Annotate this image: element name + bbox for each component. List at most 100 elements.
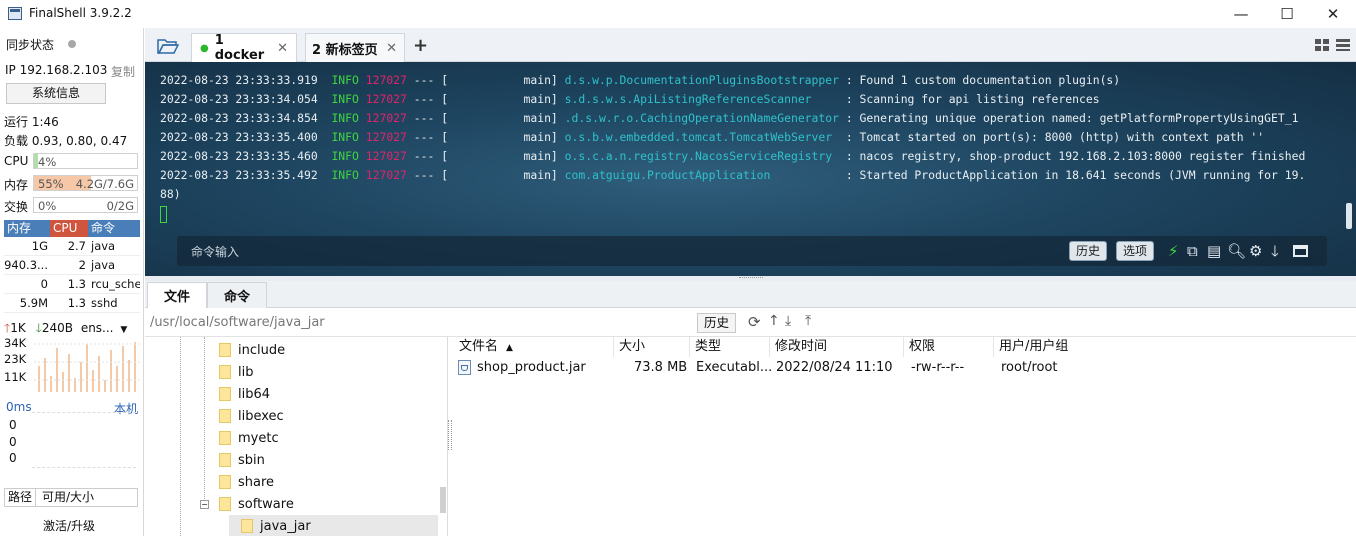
chevron-down-icon[interactable]: ▼ (120, 325, 127, 335)
pane-splitter-grip[interactable] (448, 420, 452, 450)
file-type: Executabl... (696, 360, 773, 375)
command-input[interactable]: 命令输入 (191, 243, 239, 260)
log-pid: 127027 (365, 111, 407, 125)
proc-header-mem[interactable]: 内存 (4, 220, 50, 237)
log-logger: o.s.c.a.n.registry.NacosServiceRegistry (564, 149, 839, 163)
proc-cpu: 2 (78, 258, 86, 272)
refresh-icon[interactable]: ⟳ (748, 313, 761, 331)
upload-icon[interactable]: ⤒ (805, 313, 811, 329)
log-pid: 127027 (365, 130, 407, 144)
tree-folder-java-jar[interactable]: java_jar (241, 515, 311, 536)
connected-dot-icon: ● (200, 42, 209, 54)
tree-folder-myetc[interactable]: myetc (219, 427, 279, 449)
network-interface-select[interactable]: ens... (81, 321, 114, 335)
tab-docker[interactable]: ● 1 docker ✕ (191, 33, 297, 63)
tab-files[interactable]: 文件 (147, 282, 207, 308)
system-info-button[interactable]: 系统信息 (6, 83, 106, 104)
terminal-scrollbar[interactable] (1346, 203, 1352, 229)
list-layout-icon[interactable] (1336, 39, 1351, 51)
log-separator: --- (413, 92, 435, 106)
proc-cmd: java (91, 258, 116, 272)
maximize-button[interactable]: ☐ (1264, 0, 1310, 28)
tree-folder-sbin[interactable]: sbin (219, 449, 265, 471)
path-input[interactable]: /usr/local/software/java_jar (150, 315, 325, 330)
process-row[interactable]: 1G 2.7 java (4, 237, 140, 256)
close-button[interactable]: ✕ (1310, 0, 1356, 28)
window-icon[interactable] (1293, 245, 1308, 257)
file-size: 73.8 MB (634, 360, 688, 375)
log-line-wrap: 88) (160, 187, 181, 201)
proc-header-cmd[interactable]: 命令 (88, 220, 140, 237)
tree-folder-lib64[interactable]: lib64 (219, 383, 270, 405)
history-button[interactable]: 历史 (1069, 241, 1108, 261)
open-folder-icon[interactable] (157, 38, 179, 54)
log-pid: 127027 (365, 92, 407, 106)
gear-icon[interactable]: ⚙ (1249, 242, 1262, 260)
minimize-button[interactable]: — (1218, 0, 1264, 28)
app-icon (8, 7, 22, 20)
cpu-meter: 4% (33, 153, 138, 169)
tree-folder-software[interactable]: software (219, 493, 294, 515)
swap-meter: 0% 0/2G (33, 197, 138, 213)
column-header-mtime[interactable]: 修改时间 (770, 337, 904, 357)
column-header-type[interactable]: 类型 (690, 337, 770, 357)
directory-tree: include lib lib64 libexec myetc sbin sha… (145, 337, 448, 536)
tree-guide (204, 337, 205, 505)
download-icon[interactable]: ⤓ (785, 313, 791, 329)
log-thread: [ main] (441, 92, 558, 106)
swap-label: 交换 (4, 200, 29, 214)
options-button[interactable]: 选项 (1116, 241, 1155, 261)
proc-cmd: rcu_sche (91, 277, 140, 291)
proc-mem: 0 (40, 277, 48, 291)
log-level: INFO (331, 168, 359, 182)
proc-header-cpu[interactable]: CPU (50, 220, 88, 237)
log-timestamp: 2022-08-23 23:33:35.460 (160, 149, 318, 163)
folder-icon (241, 519, 253, 533)
process-row[interactable]: 5.9M 1.3 sshd (4, 294, 140, 313)
path-history-button[interactable]: 历史 (697, 313, 737, 333)
log-timestamp: 2022-08-23 23:33:35.492 (160, 168, 318, 182)
column-header-name[interactable]: 文件名 ▲ (454, 337, 614, 357)
column-header-permissions[interactable]: 权限 (904, 337, 994, 357)
proc-cpu: 2.7 (67, 239, 86, 253)
proc-cmd: java (91, 239, 116, 253)
tree-folder-share[interactable]: share (219, 471, 274, 493)
log-logger: s.d.s.w.s.ApiListingReferenceScanner (564, 92, 839, 106)
tab-new[interactable]: 2 新标签页 ✕ (305, 33, 405, 62)
command-input-bar[interactable]: 命令输入 历史 选项 ⚡ ⧉ ▤ 🔍︎ ⚙ 🡓 (177, 236, 1327, 266)
tree-folder-include[interactable]: include (219, 339, 285, 361)
terminal[interactable]: 2022-08-23 23:33:33.919 INFO 127027 --- … (145, 62, 1356, 276)
file-row[interactable]: shop_product.jar 73.8 MB Executabl... 20… (452, 358, 1356, 378)
net-y-label: 34K (4, 336, 27, 350)
add-tab-icon[interactable]: + (413, 35, 428, 56)
disk-header-path[interactable]: 路径 (5, 489, 36, 506)
lightning-icon[interactable]: ⚡ (1168, 242, 1179, 260)
copy-ip-button[interactable]: 复制 (111, 63, 135, 80)
log-separator: --- (413, 111, 435, 125)
process-row[interactable]: 0 1.3 rcu_sche (4, 275, 140, 294)
close-tab-icon[interactable]: ✕ (277, 41, 288, 56)
grid-layout-icon[interactable] (1315, 39, 1330, 51)
paste-icon[interactable]: ▤ (1207, 242, 1221, 260)
collapse-icon[interactable]: − (200, 500, 209, 509)
log-logger: o.s.b.w.embedded.tomcat.TomcatWebServer (564, 130, 839, 144)
process-table-header: 内存 CPU 命令 (4, 220, 140, 237)
arrow-down-icon[interactable]: 🡓 (1271, 242, 1279, 260)
tree-folder-libexec[interactable]: libexec (219, 405, 284, 427)
tab-commands[interactable]: 命令 (207, 282, 267, 308)
copy-icon[interactable]: ⧉ (1187, 242, 1198, 260)
column-header-owner[interactable]: 用户/用户组 (994, 337, 1114, 357)
search-icon[interactable]: 🔍︎ (1227, 242, 1246, 260)
column-header-size[interactable]: 大小 (614, 337, 690, 357)
session-tab-bar: ● 1 docker ✕ 2 新标签页 ✕ + (145, 28, 1356, 63)
process-row[interactable]: 940.3... 2 java (4, 256, 140, 275)
tree-scrollbar[interactable] (440, 487, 446, 513)
log-message: : Scanning for api listing references (845, 92, 1100, 106)
close-tab-icon[interactable]: ✕ (386, 41, 397, 56)
up-directory-icon[interactable]: ↑ (768, 313, 780, 329)
window-title: FinalShell 3.9.2.2 (29, 6, 132, 20)
tree-folder-lib[interactable]: lib (219, 361, 253, 383)
proc-mem: 5.9M (19, 296, 48, 310)
disk-header-size[interactable]: 可用/大小 (36, 489, 94, 506)
activate-upgrade-link[interactable]: 激活/升级 (43, 517, 95, 534)
